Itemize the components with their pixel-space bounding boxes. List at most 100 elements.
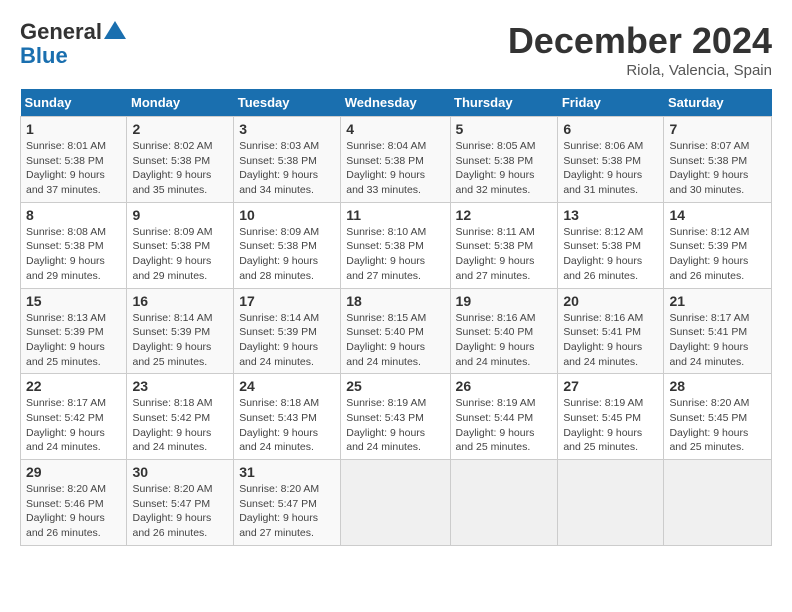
day-number: 3 (239, 121, 335, 137)
day-info: Sunrise: 8:13 AM Sunset: 5:39 PM Dayligh… (26, 311, 121, 370)
calendar-cell: 29Sunrise: 8:20 AM Sunset: 5:46 PM Dayli… (21, 460, 127, 546)
day-number: 27 (563, 378, 658, 394)
title-area: December 2024 Riola, Valencia, Spain (508, 20, 772, 79)
calendar-cell: 3 Sunrise: 8:03 AM Sunset: 5:38 PM Daylig… (234, 117, 341, 203)
header-sunday: Sunday (21, 89, 127, 117)
day-number: 15 (26, 293, 121, 309)
day-info: Sunrise: 8:02 AM Sunset: 5:38 PM Dayligh… (132, 139, 228, 198)
day-info: Sunrise: 8:07 AM Sunset: 5:38 PM Dayligh… (669, 139, 766, 198)
calendar-cell: 28 Sunrise: 8:20 AM Sunset: 5:45 PM Dayli… (664, 374, 772, 460)
calendar-cell: 11Sunrise: 8:10 AM Sunset: 5:38 PM Dayli… (341, 202, 450, 288)
day-number: 21 (669, 293, 766, 309)
day-info: Sunrise: 8:20 AM Sunset: 5:47 PM Dayligh… (132, 482, 228, 541)
day-number: 5 (456, 121, 553, 137)
calendar-week-4: 29Sunrise: 8:20 AM Sunset: 5:46 PM Dayli… (21, 460, 772, 546)
day-number: 1 (26, 121, 121, 137)
calendar-cell: 27 Sunrise: 8:19 AM Sunset: 5:45 PM Dayli… (558, 374, 664, 460)
day-info: Sunrise: 8:12 AM Sunset: 5:38 PM Dayligh… (563, 225, 658, 284)
calendar-cell: 4 Sunrise: 8:04 AM Sunset: 5:38 PM Daylig… (341, 117, 450, 203)
calendar-week-0: 1 Sunrise: 8:01 AM Sunset: 5:38 PM Daylig… (21, 117, 772, 203)
header-thursday: Thursday (450, 89, 558, 117)
month-title: December 2024 (508, 20, 772, 62)
day-info: Sunrise: 8:12 AM Sunset: 5:39 PM Dayligh… (669, 225, 766, 284)
calendar-cell: 8 Sunrise: 8:08 AM Sunset: 5:38 PM Daylig… (21, 202, 127, 288)
day-number: 28 (669, 378, 766, 394)
calendar-cell: 13 Sunrise: 8:12 AM Sunset: 5:38 PM Dayli… (558, 202, 664, 288)
calendar-cell: 30 Sunrise: 8:20 AM Sunset: 5:47 PM Dayli… (127, 460, 234, 546)
day-number: 30 (132, 464, 228, 480)
day-info: Sunrise: 8:20 AM Sunset: 5:45 PM Dayligh… (669, 396, 766, 455)
day-number: 4 (346, 121, 444, 137)
day-info: Sunrise: 8:04 AM Sunset: 5:38 PM Dayligh… (346, 139, 444, 198)
calendar-week-1: 8 Sunrise: 8:08 AM Sunset: 5:38 PM Daylig… (21, 202, 772, 288)
page-header: General Blue December 2024 Riola, Valenc… (20, 20, 772, 79)
calendar-cell: 2 Sunrise: 8:02 AM Sunset: 5:38 PM Daylig… (127, 117, 234, 203)
day-info: Sunrise: 8:01 AM Sunset: 5:38 PM Dayligh… (26, 139, 121, 198)
day-info: Sunrise: 8:17 AM Sunset: 5:42 PM Dayligh… (26, 396, 121, 455)
day-number: 2 (132, 121, 228, 137)
logo-text-blue: Blue (20, 43, 68, 68)
day-number: 29 (26, 464, 121, 480)
calendar-cell: 12 Sunrise: 8:11 AM Sunset: 5:38 PM Dayli… (450, 202, 558, 288)
calendar-cell: 19Sunrise: 8:16 AM Sunset: 5:40 PM Dayli… (450, 288, 558, 374)
day-number: 9 (132, 207, 228, 223)
header-wednesday: Wednesday (341, 89, 450, 117)
calendar-cell: 6Sunrise: 8:06 AM Sunset: 5:38 PM Daylig… (558, 117, 664, 203)
calendar-cell: 23 Sunrise: 8:18 AM Sunset: 5:42 PM Dayli… (127, 374, 234, 460)
day-info: Sunrise: 8:08 AM Sunset: 5:38 PM Dayligh… (26, 225, 121, 284)
day-info: Sunrise: 8:20 AM Sunset: 5:47 PM Dayligh… (239, 482, 335, 541)
day-number: 19 (456, 293, 553, 309)
day-info: Sunrise: 8:14 AM Sunset: 5:39 PM Dayligh… (239, 311, 335, 370)
day-info: Sunrise: 8:11 AM Sunset: 5:38 PM Dayligh… (456, 225, 553, 284)
day-info: Sunrise: 8:14 AM Sunset: 5:39 PM Dayligh… (132, 311, 228, 370)
calendar-cell: 24 Sunrise: 8:18 AM Sunset: 5:43 PM Dayli… (234, 374, 341, 460)
calendar-cell: 10 Sunrise: 8:09 AM Sunset: 5:38 PM Dayli… (234, 202, 341, 288)
day-number: 26 (456, 378, 553, 394)
header-tuesday: Tuesday (234, 89, 341, 117)
calendar-cell: 7Sunrise: 8:07 AM Sunset: 5:38 PM Daylig… (664, 117, 772, 203)
calendar-cell: 31Sunrise: 8:20 AM Sunset: 5:47 PM Dayli… (234, 460, 341, 546)
day-info: Sunrise: 8:09 AM Sunset: 5:38 PM Dayligh… (132, 225, 228, 284)
day-number: 10 (239, 207, 335, 223)
calendar-cell: 26 Sunrise: 8:19 AM Sunset: 5:44 PM Dayli… (450, 374, 558, 460)
day-number: 20 (563, 293, 658, 309)
day-number: 12 (456, 207, 553, 223)
calendar-cell: 22 Sunrise: 8:17 AM Sunset: 5:42 PM Dayli… (21, 374, 127, 460)
calendar-cell: 5Sunrise: 8:05 AM Sunset: 5:38 PM Daylig… (450, 117, 558, 203)
header-friday: Friday (558, 89, 664, 117)
day-number: 13 (563, 207, 658, 223)
day-number: 24 (239, 378, 335, 394)
day-number: 11 (346, 207, 444, 223)
calendar-week-2: 15 Sunrise: 8:13 AM Sunset: 5:39 PM Dayli… (21, 288, 772, 374)
day-info: Sunrise: 8:15 AM Sunset: 5:40 PM Dayligh… (346, 311, 444, 370)
day-number: 8 (26, 207, 121, 223)
calendar-header-row: SundayMondayTuesdayWednesdayThursdayFrid… (21, 89, 772, 117)
logo-icon (104, 21, 126, 39)
day-number: 6 (563, 121, 658, 137)
calendar-cell: 18Sunrise: 8:15 AM Sunset: 5:40 PM Dayli… (341, 288, 450, 374)
calendar-cell: 1 Sunrise: 8:01 AM Sunset: 5:38 PM Daylig… (21, 117, 127, 203)
day-info: Sunrise: 8:16 AM Sunset: 5:41 PM Dayligh… (563, 311, 658, 370)
calendar-week-3: 22 Sunrise: 8:17 AM Sunset: 5:42 PM Dayli… (21, 374, 772, 460)
day-info: Sunrise: 8:19 AM Sunset: 5:44 PM Dayligh… (456, 396, 553, 455)
calendar-cell (450, 460, 558, 546)
day-number: 23 (132, 378, 228, 394)
logo-text-general: General (20, 20, 102, 44)
calendar-cell (341, 460, 450, 546)
calendar-cell: 17Sunrise: 8:14 AM Sunset: 5:39 PM Dayli… (234, 288, 341, 374)
calendar-cell: 20 Sunrise: 8:16 AM Sunset: 5:41 PM Dayli… (558, 288, 664, 374)
day-info: Sunrise: 8:19 AM Sunset: 5:43 PM Dayligh… (346, 396, 444, 455)
calendar-table: SundayMondayTuesdayWednesdayThursdayFrid… (20, 89, 772, 546)
day-number: 14 (669, 207, 766, 223)
calendar-cell (664, 460, 772, 546)
calendar-cell (558, 460, 664, 546)
day-number: 22 (26, 378, 121, 394)
day-info: Sunrise: 8:18 AM Sunset: 5:43 PM Dayligh… (239, 396, 335, 455)
calendar-cell: 15 Sunrise: 8:13 AM Sunset: 5:39 PM Dayli… (21, 288, 127, 374)
day-info: Sunrise: 8:09 AM Sunset: 5:38 PM Dayligh… (239, 225, 335, 284)
calendar-cell: 16Sunrise: 8:14 AM Sunset: 5:39 PM Dayli… (127, 288, 234, 374)
day-info: Sunrise: 8:19 AM Sunset: 5:45 PM Dayligh… (563, 396, 658, 455)
calendar-cell: 25Sunrise: 8:19 AM Sunset: 5:43 PM Dayli… (341, 374, 450, 460)
day-info: Sunrise: 8:18 AM Sunset: 5:42 PM Dayligh… (132, 396, 228, 455)
day-info: Sunrise: 8:03 AM Sunset: 5:38 PM Dayligh… (239, 139, 335, 198)
